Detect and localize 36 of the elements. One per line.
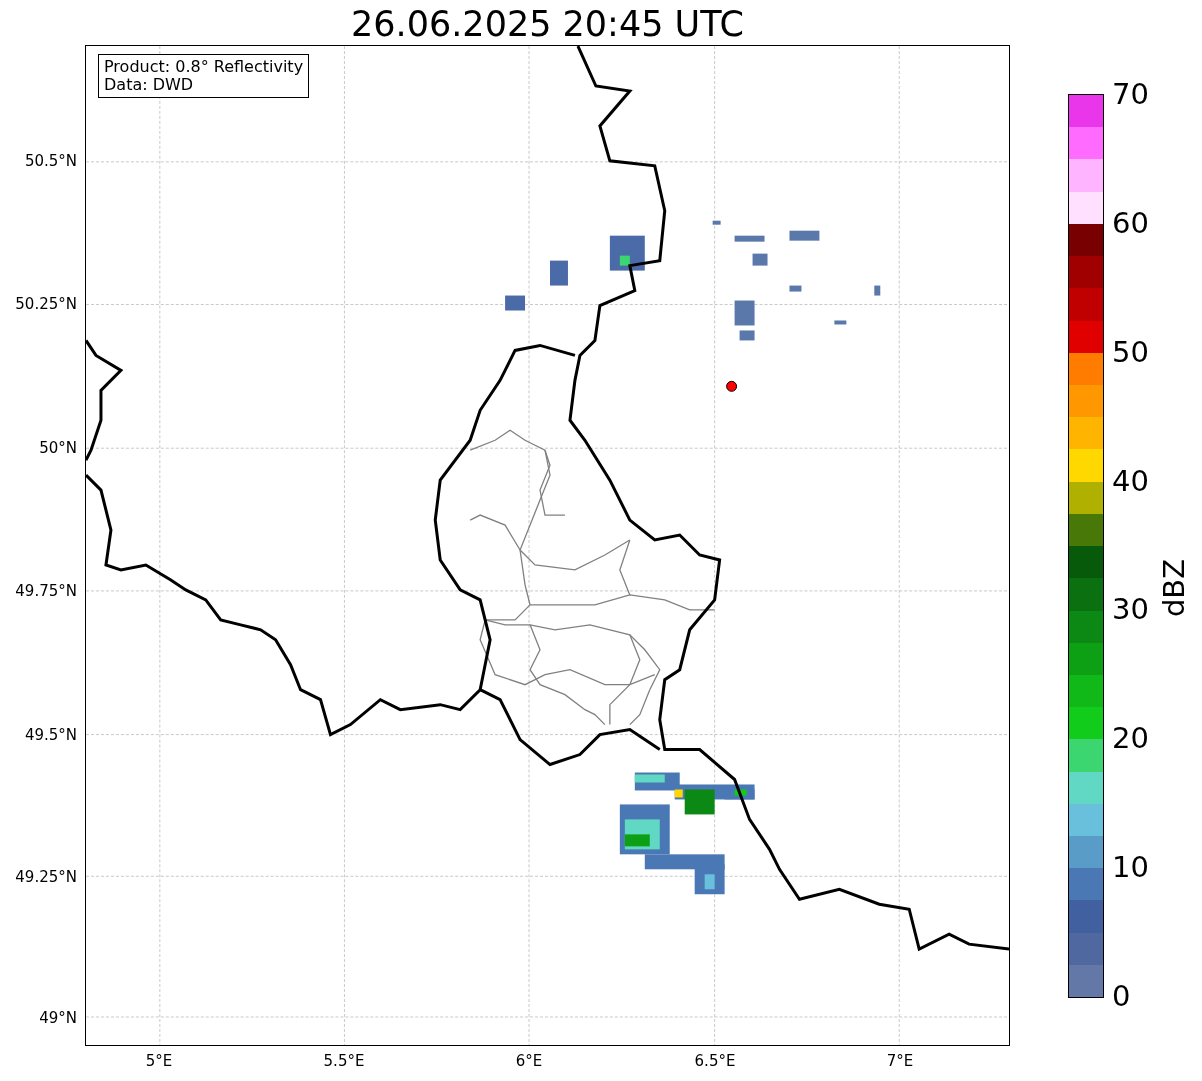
info-text: Data: DWD (104, 76, 195, 94)
colorbar-label: dBZ (1157, 558, 1191, 617)
latitude-tick-label: 49°N (39, 1009, 77, 1027)
radar-echo (734, 300, 755, 326)
colorbar-tick-label: 60 (1112, 205, 1149, 240)
latitude-tick-label: 49.5°N (24, 726, 77, 744)
latitude-tick-label: 50°N (39, 439, 77, 457)
longitude-tick-label: 6°E (515, 1052, 543, 1070)
radar-echo (505, 295, 526, 311)
colorbar-tick-label: 50 (1112, 334, 1149, 369)
radar-echo (789, 285, 802, 292)
radar-echo (712, 220, 721, 225)
longitude-tick-label: 6.5°E (694, 1052, 736, 1070)
longitude-tick-label: 7°E (886, 1052, 914, 1070)
latitude-tick-label: 50.25°N (15, 295, 77, 313)
info-text: Product: 0.8° Reflectivity (104, 58, 304, 76)
colorbar-tick-label: 70 (1112, 77, 1149, 111)
radar-echo (752, 253, 768, 266)
longitude-tick-label: 5.5°E (323, 1052, 365, 1070)
latitude-tick-label: 49.25°N (15, 868, 77, 886)
radar-echo (739, 330, 755, 341)
radar-echo (550, 260, 568, 286)
colorbar-tick-label: 40 (1112, 463, 1149, 498)
radar-echo (874, 285, 881, 296)
colorbar-tick-label: 30 (1112, 592, 1149, 627)
radar-echo (834, 320, 847, 325)
chart-title: 26.06.2025 20:45 UTC (350, 3, 745, 45)
radar-site-marker (726, 380, 738, 392)
colorbar-tick-label: 0 (1112, 979, 1131, 1013)
colorbar-tick-label: 20 (1112, 721, 1149, 756)
longitude-tick-label: 5°E (145, 1052, 173, 1070)
latitude-tick-label: 50.5°N (24, 152, 77, 170)
colorbar-tick-label: 10 (1112, 850, 1149, 885)
latitude-tick-label: 49.75°N (15, 582, 77, 600)
radar-echo (789, 230, 820, 241)
radar-echo (734, 235, 765, 242)
